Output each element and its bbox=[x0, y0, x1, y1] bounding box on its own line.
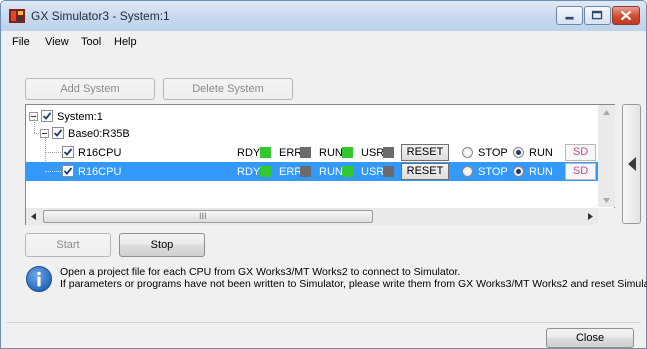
cpu-checkbox[interactable] bbox=[62, 165, 74, 177]
system-checkbox[interactable] bbox=[41, 110, 53, 122]
menu-help[interactable]: Help bbox=[114, 36, 137, 48]
scroll-left-icon[interactable] bbox=[31, 213, 36, 220]
info-line-2: If parameters or programs have not been … bbox=[60, 278, 647, 290]
rdy-led bbox=[260, 166, 271, 177]
reset-button[interactable]: RESET bbox=[401, 144, 449, 161]
usr-label: USR bbox=[361, 166, 385, 178]
stop-radio[interactable] bbox=[462, 147, 473, 158]
info-icon bbox=[26, 266, 52, 292]
stop-radio[interactable] bbox=[462, 166, 473, 177]
err-led bbox=[300, 166, 311, 177]
run-led bbox=[342, 147, 353, 158]
rdy-label: RDY bbox=[237, 166, 261, 178]
cpu-name: R16CPU bbox=[78, 147, 122, 159]
usr-led bbox=[383, 166, 394, 177]
system-tree[interactable]: System:1 Base0:R35B R16CPU RDY ERR RUN U… bbox=[25, 104, 615, 225]
err-led bbox=[300, 147, 311, 158]
cpu-checkbox[interactable] bbox=[62, 146, 74, 158]
scroll-up-icon[interactable] bbox=[603, 110, 610, 115]
base-label: Base0:R35B bbox=[68, 128, 130, 140]
scroll-down-icon[interactable] bbox=[603, 198, 610, 203]
rdy-led bbox=[260, 147, 271, 158]
start-button[interactable]: Start bbox=[25, 233, 111, 257]
reset-button[interactable]: RESET bbox=[401, 163, 449, 180]
minimize-icon bbox=[565, 16, 574, 20]
title-bar[interactable]: GX Simulator3 - System:1 bbox=[1, 1, 646, 31]
app-icon bbox=[9, 9, 25, 23]
run-radio-label: RUN bbox=[529, 166, 553, 178]
stop-radio-label: STOP bbox=[478, 166, 508, 178]
add-system-button[interactable]: Add System bbox=[25, 78, 155, 100]
stop-button[interactable]: Stop bbox=[119, 233, 205, 257]
menu-view[interactable]: View bbox=[45, 36, 69, 48]
close-icon bbox=[620, 10, 632, 21]
scroll-right-icon[interactable] bbox=[588, 213, 593, 220]
side-panel-toggle[interactable] bbox=[622, 104, 641, 224]
sd-button[interactable]: SD bbox=[565, 163, 596, 180]
sd-button[interactable]: SD bbox=[565, 144, 596, 161]
menu-bar: File View Tool Help bbox=[1, 32, 646, 52]
maximize-button[interactable] bbox=[584, 6, 611, 25]
tree-row-base[interactable]: Base0:R35B bbox=[26, 124, 598, 143]
tree-connector bbox=[45, 152, 61, 153]
info-message: Open a project file for each CPU from GX… bbox=[60, 266, 647, 290]
err-label: ERR bbox=[279, 147, 303, 159]
run-status-label: RUN bbox=[319, 147, 343, 159]
horizontal-scrollbar[interactable]: III bbox=[26, 208, 598, 225]
base-checkbox[interactable] bbox=[52, 127, 64, 139]
checkmark-icon bbox=[63, 148, 73, 156]
maximize-icon bbox=[591, 10, 603, 20]
window-title: GX Simulator3 - System:1 bbox=[31, 9, 170, 23]
minimize-button[interactable] bbox=[556, 6, 583, 25]
run-status-label: RUN bbox=[319, 166, 343, 178]
close-button[interactable]: Close bbox=[546, 328, 634, 348]
close-window-button[interactable] bbox=[612, 6, 640, 25]
tree-row-cpu[interactable]: R16CPU RDY ERR RUN USR RESET STOP RUN SD bbox=[26, 143, 598, 162]
system-label: System:1 bbox=[57, 111, 103, 123]
run-radio[interactable] bbox=[513, 147, 524, 158]
menu-file[interactable]: File bbox=[12, 36, 30, 48]
tree-connector bbox=[45, 171, 61, 172]
rdy-label: RDY bbox=[237, 147, 261, 159]
delete-system-button[interactable]: Delete System bbox=[163, 78, 293, 100]
stop-radio-label: STOP bbox=[478, 147, 508, 159]
checkmark-icon bbox=[42, 112, 52, 120]
collapse-arrow-icon bbox=[628, 157, 636, 171]
scroll-grip: III bbox=[199, 211, 207, 221]
run-radio-label: RUN bbox=[529, 147, 553, 159]
run-radio[interactable] bbox=[513, 166, 524, 177]
scroll-corner bbox=[598, 208, 615, 225]
run-led bbox=[342, 166, 353, 177]
menu-tool[interactable]: Tool bbox=[81, 36, 101, 48]
checkmark-icon bbox=[53, 129, 63, 137]
main-window: GX Simulator3 - System:1 File View Tool … bbox=[0, 0, 647, 349]
err-label: ERR bbox=[279, 166, 303, 178]
tree-row-cpu-selected[interactable]: R16CPU RDY ERR RUN USR RESET STOP RUN SD bbox=[26, 162, 598, 181]
cpu-name: R16CPU bbox=[78, 166, 122, 178]
bottom-separator bbox=[6, 322, 641, 323]
usr-led bbox=[383, 147, 394, 158]
vertical-scrollbar[interactable] bbox=[598, 105, 615, 207]
horizontal-scroll-thumb[interactable]: III bbox=[43, 210, 373, 223]
info-line-1: Open a project file for each CPU from GX… bbox=[60, 266, 461, 278]
usr-label: USR bbox=[361, 147, 385, 159]
checkmark-icon bbox=[63, 167, 73, 175]
